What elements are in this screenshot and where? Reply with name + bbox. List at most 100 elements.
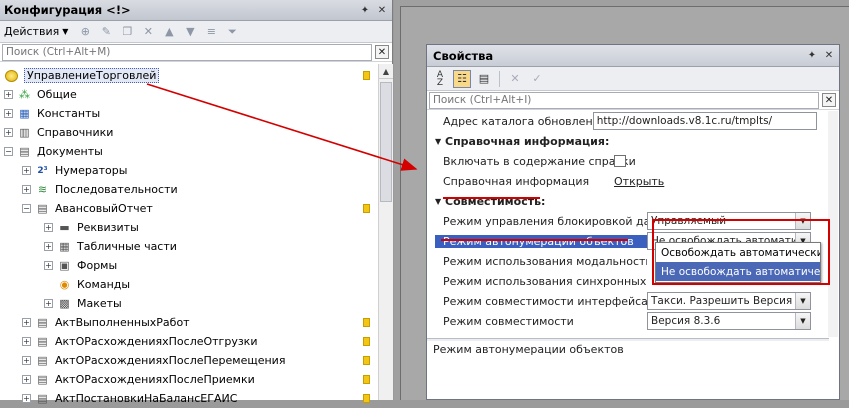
sort-icon[interactable]: ≡: [203, 24, 219, 40]
collapse-triangle-icon[interactable]: ▼: [435, 137, 443, 146]
prop-row-update-dir: Адрес каталога обновлений http://downloa…: [435, 111, 817, 131]
actions-menu-button[interactable]: Действия ▼: [4, 25, 68, 38]
configuration-titlebar: Конфигурация <!> ✦ ✕: [0, 0, 392, 21]
tree-item[interactable]: + ▤ АктПостановкиНаБалансЕГАИС: [22, 389, 378, 408]
clear-value-icon[interactable]: ✕: [506, 70, 524, 88]
tree-item[interactable]: + ▤ АктОРасхожденияхПослеОтгрузки: [22, 332, 378, 351]
lock-mode-select[interactable]: Управляемый ▼: [647, 212, 811, 230]
move-down-icon[interactable]: ▼: [182, 24, 198, 40]
tree-expander-icon[interactable]: +: [22, 356, 31, 365]
include-help-checkbox[interactable]: [614, 155, 626, 167]
tree-item-label: УправлениеТорговлей: [24, 68, 160, 83]
configuration-title: Конфигурация <!>: [4, 3, 131, 17]
config-root-icon: [4, 69, 19, 83]
attributes-icon: ▬: [59, 221, 70, 234]
tree-item-label: Макеты: [77, 297, 122, 310]
tree-item-label: Табличные части: [77, 240, 177, 253]
tree-expander-icon[interactable]: +: [44, 261, 53, 270]
templates-icon: ▩: [59, 297, 70, 310]
tree-item-label: АктОРасхожденияхПослеОтгрузки: [55, 335, 258, 348]
chevron-down-icon[interactable]: ▼: [795, 313, 810, 329]
tree-item[interactable]: + ▦ Константы: [4, 104, 378, 123]
copy-icon[interactable]: ❐: [119, 24, 135, 40]
tree-item[interactable]: +2³ Нумераторы: [22, 161, 378, 180]
pin-icon[interactable]: ✦: [358, 3, 372, 17]
tree-item[interactable]: ◉ Команды: [44, 275, 378, 294]
forms-icon: ▣: [59, 259, 70, 272]
tree-expander-icon[interactable]: +: [4, 90, 13, 99]
tree-item[interactable]: + ▩ Макеты: [44, 294, 378, 313]
group-by-category-icon[interactable]: ☷: [453, 69, 471, 88]
close-icon[interactable]: ✕: [375, 3, 389, 17]
group-help-info[interactable]: ▼ Справочная информация:: [435, 131, 817, 151]
document-icon: ▤: [37, 354, 48, 367]
tree-item[interactable]: + ⁂ Общие: [4, 85, 378, 104]
tree-expander-icon[interactable]: +: [44, 242, 53, 251]
support-marker-icon: [363, 318, 370, 327]
add-icon[interactable]: ⊕: [77, 24, 93, 40]
dropdown-option-no-release-auto[interactable]: Не освобождать автоматически: [656, 262, 820, 281]
tree-scrollbar[interactable]: ▲: [378, 64, 393, 400]
support-marker-icon: [363, 337, 370, 346]
tree-expander-icon[interactable]: +: [22, 375, 31, 384]
apply-value-icon[interactable]: ✓: [528, 70, 546, 88]
tree-expander-icon[interactable]: +: [4, 109, 13, 118]
tree-expander-icon[interactable]: +: [22, 394, 31, 403]
tree-expander-icon[interactable]: +: [4, 128, 13, 137]
clear-search-icon[interactable]: ✕: [375, 45, 389, 59]
tree-item[interactable]: − ▤ АвансовыйОтчет: [22, 199, 378, 218]
document-icon: ▤: [37, 373, 48, 386]
properties-search-input[interactable]: [429, 91, 819, 109]
chevron-down-icon[interactable]: ▼: [795, 293, 810, 309]
pin-icon[interactable]: ✦: [805, 49, 819, 63]
tree-item-label: Общие: [37, 88, 77, 101]
sort-alphabetical-icon[interactable]: AZ: [431, 70, 449, 88]
configuration-search-input[interactable]: [2, 43, 372, 61]
tree-expander-icon[interactable]: −: [22, 204, 31, 213]
tree-item[interactable]: − ▤ Документы: [4, 142, 378, 161]
tree-item[interactable]: + ▣ Формы: [44, 256, 378, 275]
tree-expander-icon[interactable]: +: [22, 318, 31, 327]
collapse-triangle-icon[interactable]: ▼: [435, 197, 443, 206]
tree-item-label: Последовательности: [55, 183, 178, 196]
clear-search-icon[interactable]: ✕: [822, 93, 836, 107]
edit-icon[interactable]: ✎: [98, 24, 114, 40]
properties-scrollbar[interactable]: [828, 111, 838, 337]
tree-expander-icon[interactable]: +: [22, 166, 31, 175]
show-filled-icon[interactable]: ▤: [475, 70, 493, 88]
documents-icon: ▤: [19, 145, 30, 158]
close-icon[interactable]: ✕: [822, 49, 836, 63]
tree-item-label: Формы: [77, 259, 118, 272]
dropdown-option-release-auto[interactable]: Освобождать автоматически: [656, 243, 820, 262]
prop-row-ui-compat: Режим совместимости интерфейса Такси. Ра…: [435, 291, 817, 311]
scroll-up-icon[interactable]: ▲: [379, 64, 393, 79]
constants-icon: ▦: [19, 107, 30, 120]
tree-item-label: Константы: [37, 107, 101, 120]
move-up-icon[interactable]: ▲: [161, 24, 177, 40]
tree-item[interactable]: УправлениеТорговлей: [4, 66, 378, 85]
scroll-thumb[interactable]: [380, 82, 392, 202]
tree-item[interactable]: + ▤ АктВыполненныхРабот: [22, 313, 378, 332]
open-help-link[interactable]: Открыть: [614, 175, 664, 188]
delete-icon[interactable]: ✕: [140, 24, 156, 40]
prop-row-compat: Режим совместимости Версия 8.3.6 ▼: [435, 311, 817, 331]
tree-expander-icon[interactable]: +: [44, 299, 53, 308]
tree-expander-icon[interactable]: +: [22, 185, 31, 194]
group-compatibility[interactable]: ▼ Совместимость:: [435, 191, 817, 211]
compat-select[interactable]: Версия 8.3.6 ▼: [647, 312, 811, 330]
tree-item[interactable]: + ▦ Табличные части: [44, 237, 378, 256]
chevron-down-icon[interactable]: ▼: [795, 213, 810, 229]
tree-expander-icon[interactable]: +: [44, 223, 53, 232]
tree-expander-icon[interactable]: +: [22, 337, 31, 346]
properties-splitter[interactable]: [427, 338, 829, 341]
tree-item[interactable]: + ≋ Последовательности: [22, 180, 378, 199]
tree-item[interactable]: + ▤ АктОРасхожденияхПослеПеремещения: [22, 351, 378, 370]
tree-expander-icon[interactable]: −: [4, 147, 13, 156]
tree-item[interactable]: + ▤ АктОРасхожденияхПослеПриемки: [22, 370, 378, 389]
tree-item[interactable]: + ▬ Реквизиты: [44, 218, 378, 237]
filter-icon[interactable]: ⏷: [224, 24, 240, 40]
ui-compat-select[interactable]: Такси. Разрешить Версия 8.2 ▼: [647, 292, 811, 310]
autonum-dropdown-list: Освобождать автоматически Не освобождать…: [655, 242, 821, 283]
update-dir-field[interactable]: http://downloads.v8.1c.ru/tmplts/: [592, 112, 817, 130]
tree-item[interactable]: + ▥ Справочники: [4, 123, 378, 142]
